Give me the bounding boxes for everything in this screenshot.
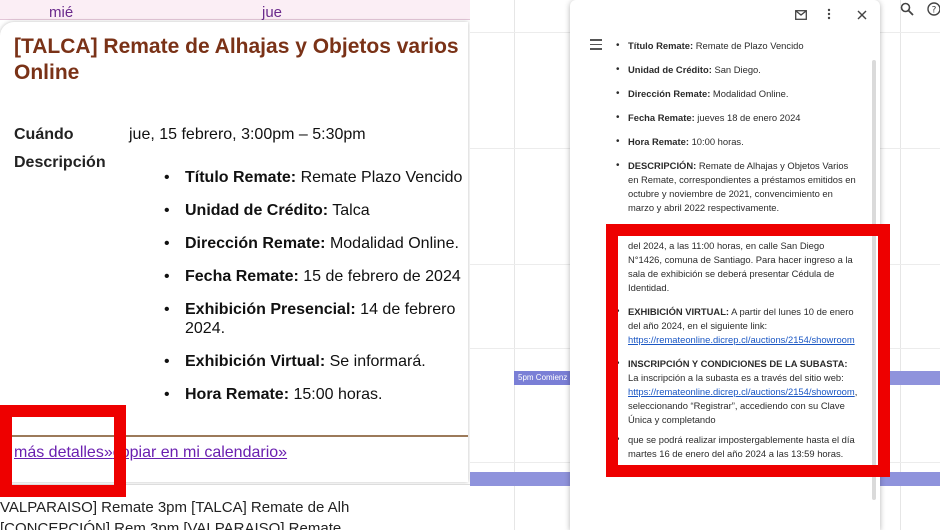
list-item: Hora Remate: 15:00 horas. [160, 385, 470, 404]
list-item: Título Remate: Remate Plazo Vencido [160, 168, 470, 187]
day-header-thu: jue [262, 4, 283, 21]
event-detail-panel: 5pm Comienz ? Título Remate: Remate de P… [470, 0, 940, 530]
list-item: Exhibición Virtual: Se informará. [160, 352, 470, 371]
calendar-event-bar[interactable] [470, 472, 570, 486]
calendar-event-row[interactable]: VALPARAISO] Remate 3pm [TALCA] Remate de… [0, 499, 349, 516]
description-list: Título Remate: Remate Plazo Vencido Unid… [160, 168, 470, 418]
list-item: Fecha Remate: 15 de febrero de 2024 [160, 267, 470, 286]
copy-to-calendar-link[interactable]: copiar en mi calendario» [113, 444, 287, 461]
when-label: Cuándo [14, 126, 74, 143]
list-item: Hora Remate: 10:00 horas. [616, 135, 856, 149]
search-icon[interactable] [898, 2, 916, 20]
calendar-event-row[interactable]: [CONCEPCIÓN] Rem 3pm [VALPARAISO] Remate [0, 520, 341, 530]
event-title: [TALCA] Remate de Alhajas y Objetos vari… [14, 35, 459, 84]
annotation-highlight-box [606, 224, 890, 477]
grid-line [900, 0, 901, 530]
list-item: Dirección Remate: Modalidad Online. [616, 87, 856, 101]
list-item: Exhibición Presencial: 14 de febrero2024… [160, 300, 470, 338]
list-item: Título Remate: Remate de Plazo Vencido [616, 39, 856, 53]
annotation-highlight-box [0, 405, 126, 497]
list-item: Unidad de Crédito: Talca [160, 201, 470, 220]
description-label: Descripción [14, 154, 106, 171]
list-item: Unidad de Crédito: San Diego. [616, 63, 856, 77]
help-icon[interactable]: ? [925, 2, 940, 20]
calendar-day-header-strip: mié jue [0, 0, 470, 20]
legacy-event-popup-panel: mié jue [TALCA] Remate de Alhajas y Obje… [0, 0, 470, 530]
more-vert-icon[interactable] [820, 7, 838, 25]
calendar-event-chip[interactable]: 5pm Comienz [514, 371, 572, 385]
menu-icon[interactable] [590, 39, 602, 53]
list-item: DESCRIPCIÓN: Remate de Alhajas y Objetos… [616, 159, 856, 215]
close-icon[interactable] [853, 7, 871, 25]
comparison-screenshot: mié jue [TALCA] Remate de Alhajas y Obje… [0, 0, 940, 530]
grid-line [514, 0, 515, 530]
list-item: Fecha Remate: jueves 18 de enero 2024 [616, 111, 856, 125]
when-value: jue, 15 febrero, 3:00pm – 5:30pm [129, 126, 366, 143]
mail-icon[interactable] [792, 7, 810, 25]
list-item: Dirección Remate: Modalidad Online. [160, 234, 470, 253]
day-header-wed: mié [49, 4, 74, 21]
svg-text:?: ? [932, 6, 937, 16]
